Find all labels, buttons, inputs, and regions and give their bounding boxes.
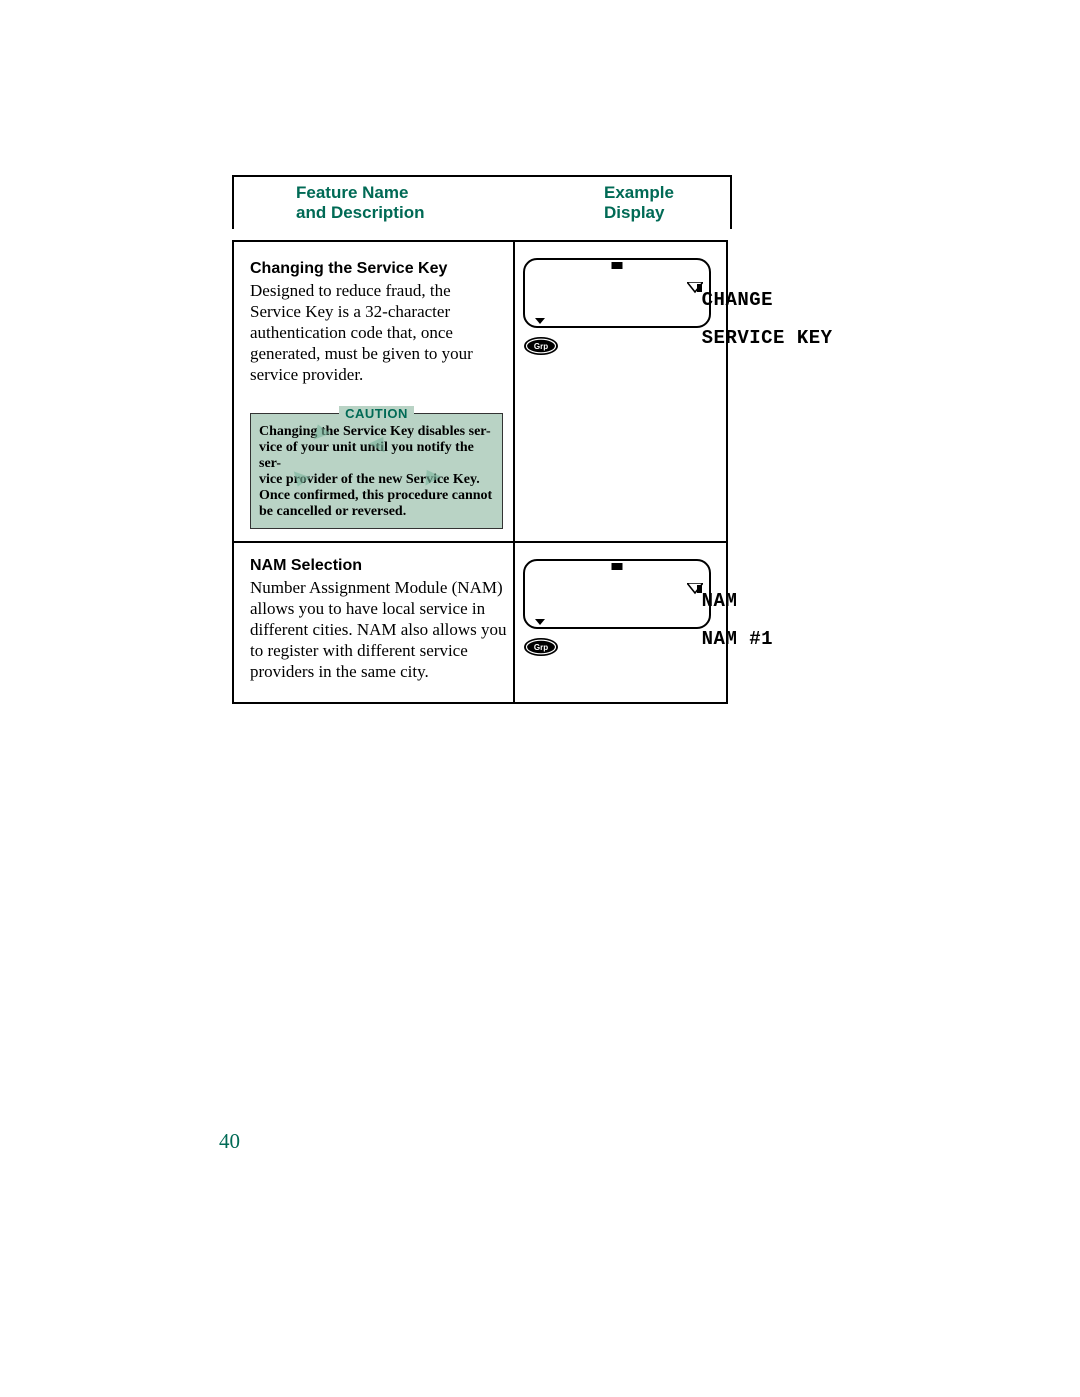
header-left-line1: Feature Name (296, 183, 564, 203)
feature-title: NAM Selection (250, 557, 507, 575)
feature-table: Changing the Service Key Designed to red… (232, 240, 728, 704)
lcd-indicator-icon (612, 563, 623, 570)
signal-icon (687, 583, 703, 597)
lcd-down-arrow-icon (535, 619, 545, 625)
lcd-down-arrow-icon (535, 318, 545, 324)
header-left-line2: and Description (296, 203, 564, 223)
lcd-indicator-icon (612, 262, 623, 269)
caution-label: CAUTION (339, 406, 414, 421)
example-display: NAM NAM #1 (523, 559, 711, 629)
feature-title: Changing the Service Key (250, 260, 503, 278)
feature-description: Designed to reduce fraud, the Service Ke… (250, 280, 503, 385)
display-line1: CHANGE (702, 289, 773, 311)
header-right-line2: Display (604, 203, 730, 223)
signal-icon (687, 282, 703, 296)
display-line2: SERVICE KEY (702, 327, 833, 349)
manual-page: Feature Name and Description Example Dis… (0, 0, 1080, 1397)
table-row: NAM Selection Number Assignment Module (… (233, 542, 727, 703)
page-number: 40 (219, 1129, 240, 1154)
table-row: Changing the Service Key Designed to red… (233, 241, 727, 542)
display-line1: NAM (702, 590, 738, 612)
table-header: Feature Name and Description Example Dis… (232, 175, 732, 229)
feature-description: Number Assignment Module (NAM) allows yo… (250, 577, 507, 682)
caution-box: CAUTION Changing the Service Key disable… (250, 413, 503, 529)
display-line2: NAM #1 (702, 628, 773, 650)
example-display: CHANGE SERVICE KEY (523, 258, 711, 328)
header-right-line1: Example (604, 183, 730, 203)
